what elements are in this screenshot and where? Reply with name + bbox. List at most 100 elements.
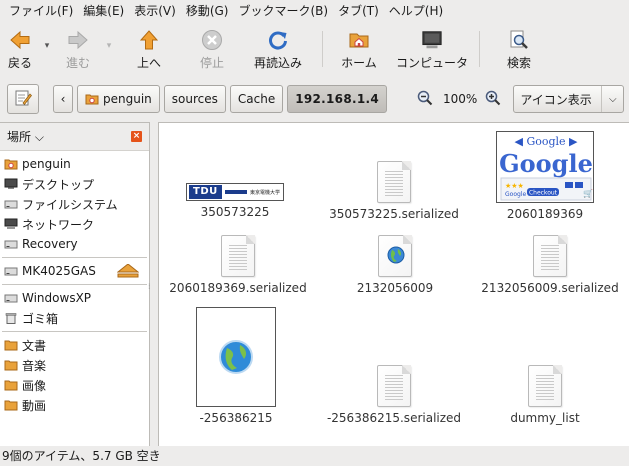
svg-text:★★★: ★★★ <box>505 182 524 190</box>
close-icon[interactable]: × <box>131 131 142 142</box>
image-thumbnail <box>196 307 276 407</box>
sidebar-item-documents[interactable]: 文書 <box>0 335 149 355</box>
document-icon <box>378 235 412 277</box>
up-button[interactable]: 上へ <box>116 23 182 75</box>
crumb-current-folder[interactable]: 192.168.1.4 <box>287 85 387 113</box>
globe-icon <box>387 246 405 264</box>
sidebar-item-mk4025gas[interactable]: MK4025GAS <box>0 261 149 281</box>
sidebar-header: 場所 ⌵ × <box>0 123 149 151</box>
back-button[interactable]: 戻る <box>0 23 40 75</box>
zoom-out-icon[interactable] <box>417 90 433 109</box>
search-button[interactable]: 検索 <box>494 23 544 75</box>
resize-grip-icon: ⁞ <box>148 282 151 291</box>
toolbar: 戻る ▾ 進む ▾ 上へ 停止 再読込み ホーム コンピュータ 検索 <box>0 23 629 75</box>
status-bar: 9個のアイテム、5.7 GB 空き <box>0 446 629 466</box>
path-scroll-left-button[interactable]: ‹ <box>53 85 73 113</box>
drive-icon <box>4 294 18 303</box>
folder-icon <box>4 360 18 371</box>
arrow-up-icon <box>138 29 160 51</box>
home-folder-icon <box>348 29 370 51</box>
edit-icon <box>14 89 32 110</box>
computer-button[interactable]: コンピュータ <box>393 23 471 75</box>
file-item[interactable]: 2132056009 <box>335 235 455 295</box>
network-icon <box>4 218 18 229</box>
svg-text:Google: Google <box>505 191 526 198</box>
crumb-cache[interactable]: Cache <box>229 85 284 113</box>
file-item[interactable]: 2060189369.serialized <box>159 235 317 295</box>
forward-history-dropdown[interactable]: ▾ <box>102 23 116 75</box>
menu-view[interactable]: 表示(V) <box>129 0 181 23</box>
menu-bookmarks[interactable]: ブックマーク(B) <box>233 0 333 23</box>
zoom-level[interactable]: 100% <box>443 92 477 106</box>
eject-icon[interactable] <box>116 263 140 281</box>
sidebar-item-network[interactable]: ネットワーク <box>0 214 149 234</box>
sidebar-item-windowsxp[interactable]: WindowsXP <box>0 288 149 308</box>
svg-text:🛒: 🛒 <box>583 188 593 198</box>
reload-button[interactable]: 再読込み <box>242 23 314 75</box>
document-icon <box>377 161 411 203</box>
sidebar-item-desktop[interactable]: デスクトップ <box>0 174 149 194</box>
file-item[interactable]: -256386215 <box>195 307 277 425</box>
sidebar-divider <box>2 257 147 258</box>
arrow-right-icon <box>67 29 89 51</box>
zoom-in-icon[interactable] <box>485 90 501 109</box>
stop-button[interactable]: 停止 <box>182 23 242 75</box>
document-icon <box>377 365 411 407</box>
file-icon-view[interactable]: TDU 東京電機大学 350573225 350573225.serialize… <box>158 122 629 446</box>
trash-icon <box>5 313 17 324</box>
sidebar-divider <box>2 284 147 285</box>
document-icon <box>533 235 567 277</box>
file-item[interactable]: 2132056009.serialized <box>475 235 625 295</box>
toolbar-separator <box>322 31 323 67</box>
home-folder-icon <box>85 93 99 105</box>
chevron-left-icon: ‹ <box>60 92 66 106</box>
desktop-icon <box>4 178 18 189</box>
toggle-location-entry-button[interactable] <box>7 84 39 114</box>
sidebar-divider <box>2 331 147 332</box>
crumb-penguin[interactable]: penguin <box>77 85 160 113</box>
svg-text:Google: Google <box>499 149 593 178</box>
drive-icon <box>4 240 18 249</box>
places-sidebar: 場所 ⌵ × penguin デスクトップ ファイルシステム ネットワーク Re… <box>0 122 150 446</box>
file-item[interactable]: ◀ Google ▶ Google ★★★ Google Checkout 🛒 … <box>493 131 597 221</box>
chevron-down-icon: ⌵ <box>34 130 44 144</box>
file-item[interactable]: dummy_list <box>493 365 597 425</box>
arrow-left-icon <box>9 29 31 51</box>
forward-button[interactable]: 進む <box>54 23 102 75</box>
home-button[interactable]: ホーム <box>331 23 387 75</box>
folder-icon <box>4 340 18 351</box>
file-item[interactable]: -256386215.serialized <box>319 365 469 425</box>
menu-go[interactable]: 移動(G) <box>181 0 234 23</box>
sidebar-item-penguin[interactable]: penguin <box>0 154 149 174</box>
view-mode-select[interactable]: アイコン表示 ⌵ <box>513 85 625 113</box>
menu-tabs[interactable]: タブ(T) <box>333 0 384 23</box>
image-thumbnail: TDU 東京電機大学 <box>186 183 284 201</box>
sidebar-item-pictures[interactable]: 画像 <box>0 375 149 395</box>
back-history-dropdown[interactable]: ▾ <box>40 23 54 75</box>
toolbar-separator <box>479 31 480 67</box>
menu-edit[interactable]: 編集(E) <box>78 0 129 23</box>
home-folder-icon <box>4 159 18 170</box>
sidebar-item-trash[interactable]: ゴミ箱 <box>0 308 149 328</box>
sidebar-item-filesystem[interactable]: ファイルシステム <box>0 194 149 214</box>
stop-icon <box>201 29 223 51</box>
chevron-down-icon: ⌵ <box>601 86 623 112</box>
file-item[interactable]: 350573225.serialized <box>319 161 469 221</box>
drive-icon <box>4 267 18 276</box>
document-icon <box>528 365 562 407</box>
crumb-sources[interactable]: sources <box>163 85 226 113</box>
image-thumbnail: ◀ Google ▶ Google ★★★ Google Checkout 🛒 <box>496 131 594 203</box>
file-item[interactable]: TDU 東京電機大学 350573225 <box>183 183 287 219</box>
sidebar-item-recovery[interactable]: Recovery <box>0 234 149 254</box>
sidebar-item-videos[interactable]: 動画 <box>0 395 149 415</box>
reload-icon <box>267 29 289 51</box>
pane-resize-handle[interactable] <box>150 122 158 446</box>
sidebar-item-music[interactable]: 音楽 <box>0 355 149 375</box>
chevron-down-icon: ▾ <box>106 41 112 51</box>
folder-icon <box>4 380 18 391</box>
computer-icon <box>421 29 443 51</box>
sidebar-type-dropdown[interactable]: 場所 ⌵ <box>7 128 44 145</box>
menu-help[interactable]: ヘルプ(H) <box>384 0 448 23</box>
chevron-down-icon: ▾ <box>44 41 50 51</box>
menu-file[interactable]: ファイル(F) <box>4 0 78 23</box>
